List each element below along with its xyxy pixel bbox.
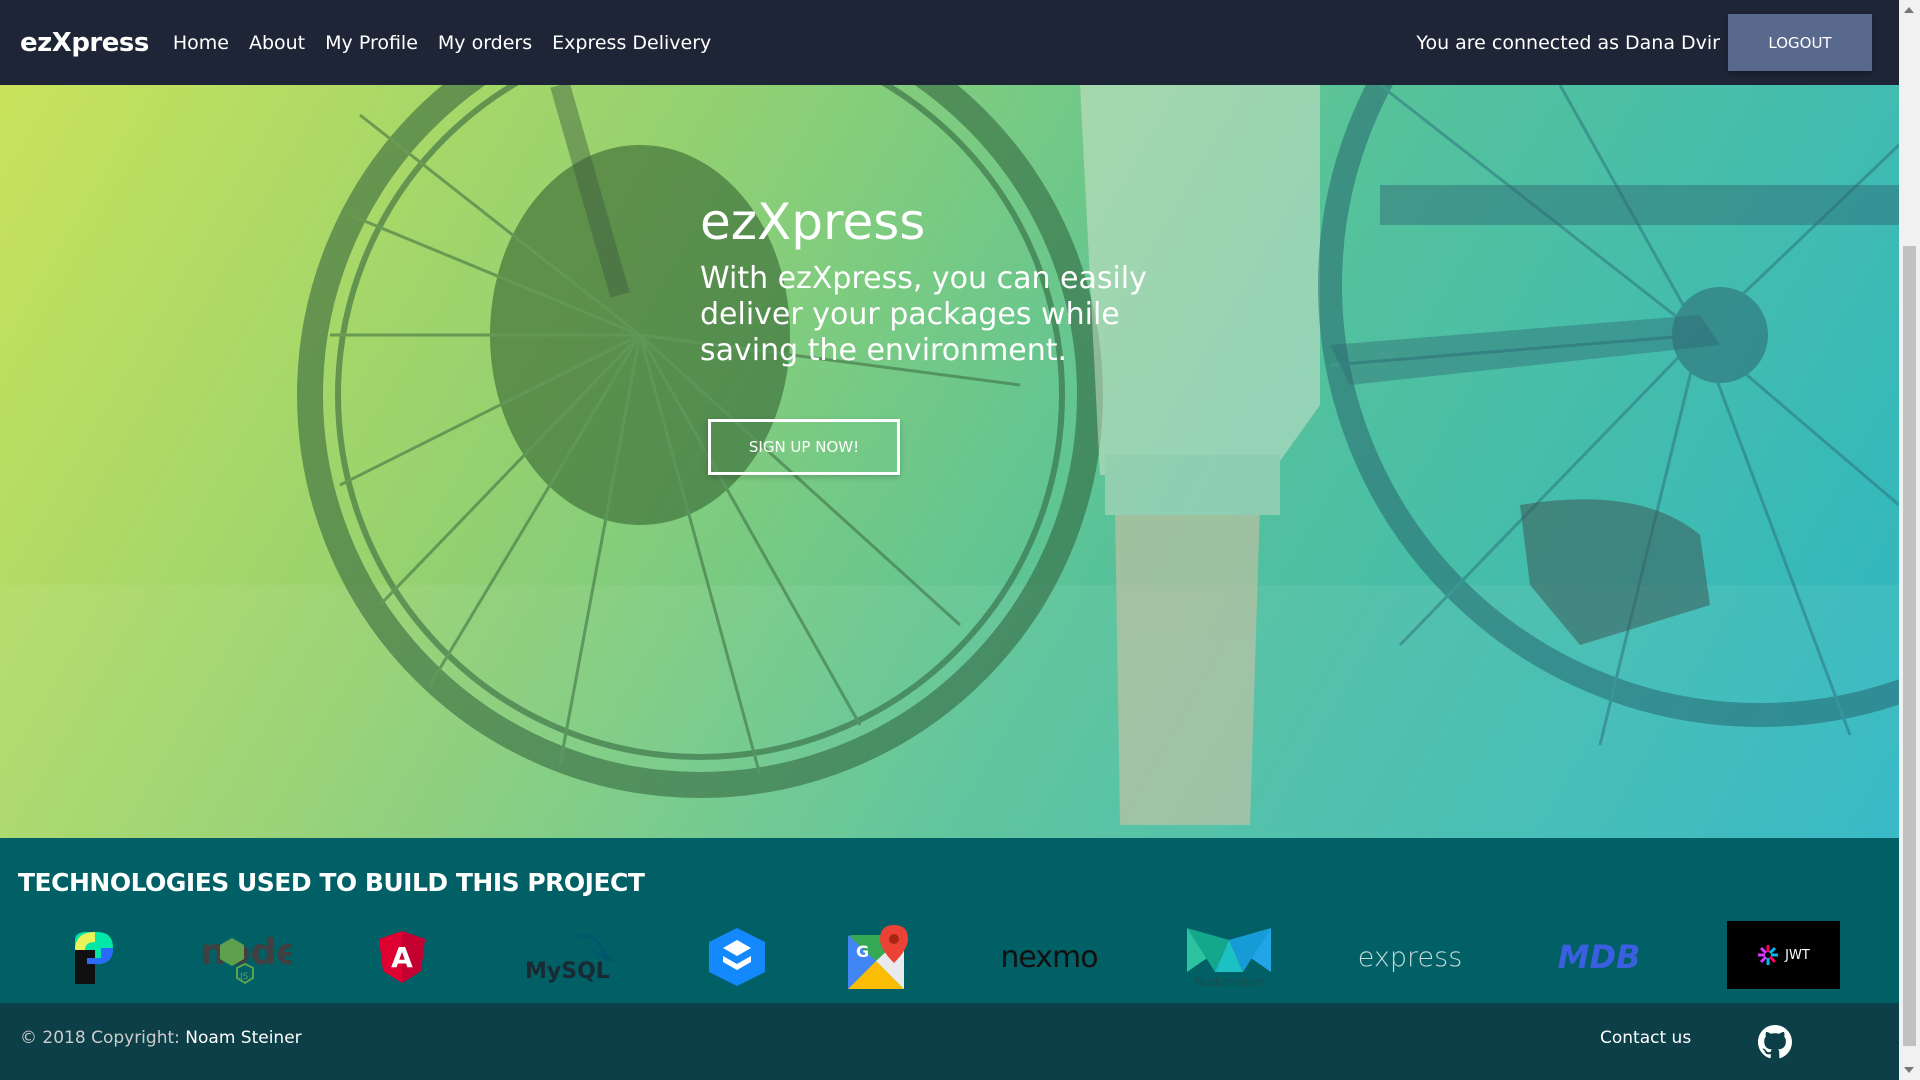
page-footer: © 2018 Copyright: Noam Steiner Contact u…: [0, 1003, 1899, 1080]
hero-content: ezXpress With ezXpress, you can easily d…: [700, 193, 1180, 369]
nav-link-home[interactable]: Home: [163, 32, 239, 54]
author-link[interactable]: Noam Steiner: [185, 1028, 301, 1048]
technologies-heading: TECHNOLOGIES USED TO BUILD THIS PROJECT: [18, 868, 645, 897]
nav-link-my-profile[interactable]: My Profile: [315, 32, 428, 54]
stackblitz-logo: [705, 922, 769, 992]
jwt-asterisk-icon: [1758, 945, 1779, 965]
google-maps-logo: G: [846, 922, 912, 992]
nav-links: Home About My Profile My orders Express …: [163, 32, 721, 54]
contact-us-link[interactable]: Contact us: [1600, 1028, 1691, 1048]
nexmo-logo: nexmo: [1000, 939, 1098, 975]
hero-tagline: With ezXpress, you can easily deliver yo…: [700, 261, 1147, 368]
svg-text:A: A: [391, 941, 413, 974]
hero-section: ezXpress With ezXpress, you can easily d…: [0, 85, 1899, 838]
github-icon[interactable]: [1758, 1025, 1792, 1063]
nav-user-area: You are connected as Dana Dvir LOGOUT: [1416, 14, 1899, 71]
pusher-logo: [66, 922, 116, 992]
scroll-up-arrow-icon[interactable]: [1904, 7, 1914, 13]
nav-link-about[interactable]: About: [239, 32, 315, 54]
nav-link-my-orders[interactable]: My orders: [428, 32, 542, 54]
scroll-down-arrow-icon[interactable]: [1904, 1067, 1914, 1073]
brand-logo[interactable]: ezXpress: [20, 28, 149, 58]
express-logo: express: [1357, 941, 1463, 973]
angular-logo: A: [377, 922, 427, 992]
copyright-label: © 2018 Copyright:: [20, 1028, 180, 1048]
svg-text:Nodemailer: Nodemailer: [1194, 975, 1263, 988]
connected-user-text: You are connected as Dana Dvir: [1416, 31, 1720, 54]
nav-link-express-delivery[interactable]: Express Delivery: [542, 32, 721, 54]
nodejs-logo: node JS: [198, 922, 292, 992]
technologies-section: TECHNOLOGIES USED TO BUILD THIS PROJECT …: [0, 838, 1899, 1003]
sign-up-button[interactable]: SIGN UP NOW!: [708, 419, 900, 475]
svg-text:G: G: [856, 942, 869, 961]
page-scrollbar[interactable]: [1899, 0, 1920, 1080]
svg-text:JS: JS: [239, 972, 249, 982]
nodemailer-logo: Nodemailer: [1185, 922, 1273, 992]
mysql-logo: MySQL: [523, 922, 615, 992]
copyright-text: © 2018 Copyright: Noam Steiner: [20, 1028, 302, 1048]
hero-title: ezXpress: [700, 193, 926, 251]
mdb-logo: MDB: [1557, 938, 1641, 976]
logout-button[interactable]: LOGOUT: [1728, 14, 1872, 71]
svg-text:MySQL: MySQL: [525, 959, 610, 984]
scroll-thumb[interactable]: [1903, 246, 1916, 1046]
svg-text:node: node: [200, 932, 292, 973]
jwt-logo: JWT: [1727, 921, 1840, 989]
top-navbar: ezXpress Home About My Profile My orders…: [0, 0, 1899, 85]
